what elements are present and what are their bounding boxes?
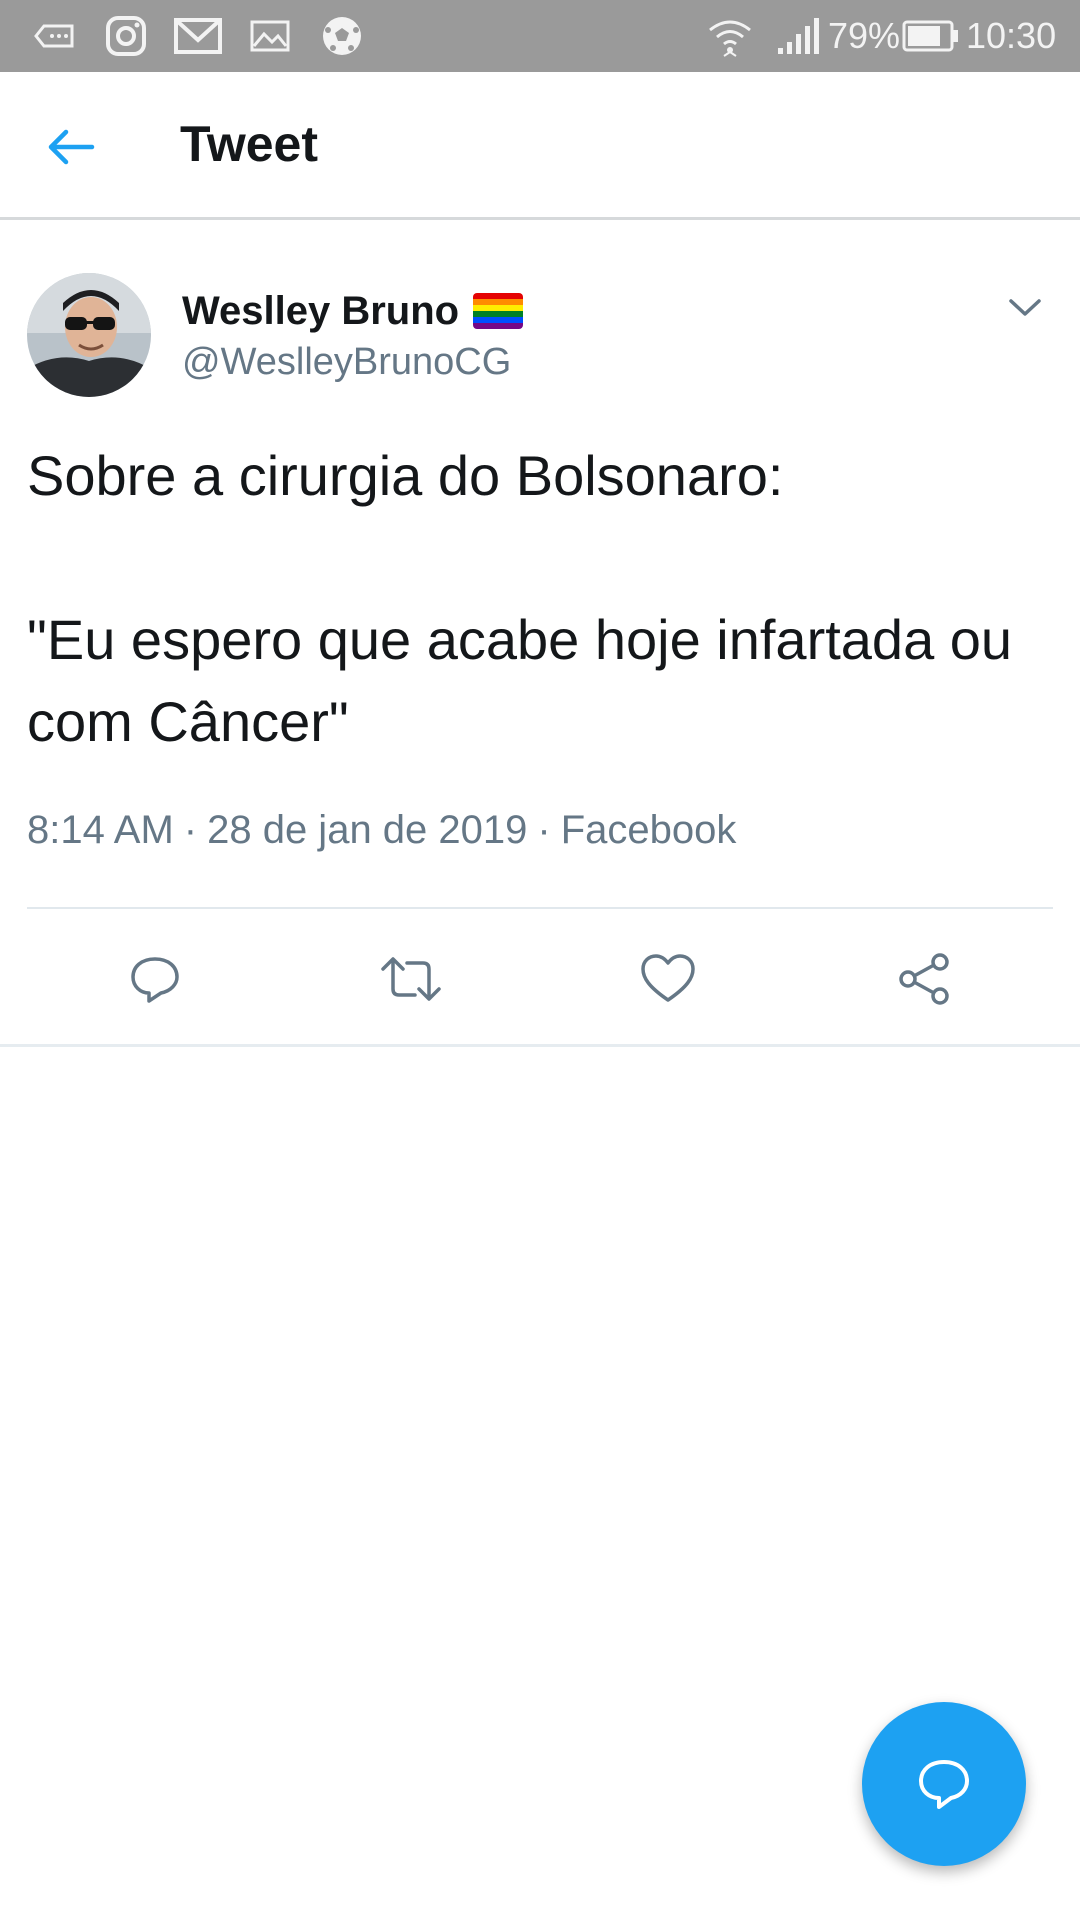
page-title: Tweet — [180, 116, 318, 172]
share-icon — [899, 953, 949, 1005]
instagram-icon — [106, 16, 146, 56]
tweet-meta: 8:14 AM · 28 de jan de 2019 · Facebook — [27, 808, 736, 853]
tweet-date: 28 de jan de 2019 — [207, 808, 528, 852]
message-notification-icon — [34, 24, 74, 48]
author-name-row: Weslley Bruno — [182, 281, 524, 341]
author-handle[interactable]: @WeslleyBrunoCG — [182, 341, 511, 384]
avatar[interactable] — [27, 273, 151, 397]
divider — [0, 1044, 1080, 1047]
tweet-time: 8:14 AM — [27, 808, 174, 852]
author-name[interactable]: Weslley Bruno — [182, 289, 459, 334]
tweet-source-link[interactable]: Facebook — [561, 808, 737, 853]
user-photo — [27, 273, 151, 397]
action-bar — [0, 909, 1080, 1044]
gallery-icon — [250, 20, 290, 52]
back-button[interactable] — [36, 112, 106, 182]
heart-icon — [641, 954, 695, 1002]
meta-separator: · — [183, 808, 198, 852]
compose-reply-button[interactable] — [862, 1702, 1026, 1866]
status-bar: 79% 10:30 — [0, 0, 1080, 72]
soccer-ball-icon — [323, 17, 361, 55]
signal-icon — [778, 18, 819, 54]
retweet-icon — [381, 957, 441, 1001]
wifi-icon — [709, 20, 751, 57]
app-header: Tweet — [0, 72, 1080, 220]
tweet-text: Sobre a cirurgia do Bolsonaro: "Eu esper… — [27, 444, 1013, 753]
chevron-down-icon — [1009, 299, 1041, 316]
status-time: 10:30 — [966, 15, 1057, 56]
retweet-button[interactable] — [376, 944, 446, 1014]
rainbow-flag-icon — [473, 293, 524, 329]
gmail-icon — [174, 18, 222, 54]
reply-button[interactable] — [120, 944, 190, 1014]
arrow-left-icon — [48, 129, 95, 165]
compose-reply-icon — [919, 1760, 969, 1809]
reply-icon — [131, 957, 179, 1003]
share-button[interactable] — [890, 944, 960, 1014]
battery-icon — [902, 20, 958, 52]
like-button[interactable] — [633, 944, 703, 1014]
tweet-menu-button[interactable] — [1000, 283, 1050, 333]
meta-separator: · — [537, 808, 551, 852]
battery-percent: 79% — [828, 15, 901, 56]
